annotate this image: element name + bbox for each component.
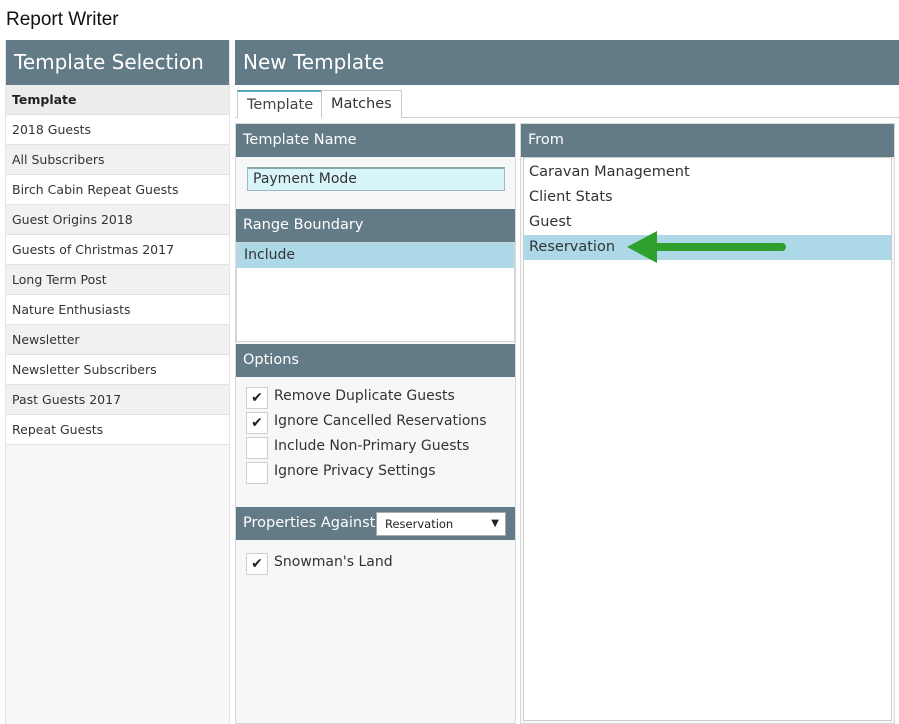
template-settings-column: Template Name Payment Mode Range Boundar… — [235, 123, 516, 724]
checkbox-ignore-privacy[interactable] — [246, 462, 268, 484]
template-list: Template 2018 Guests All Subscribers Bir… — [6, 85, 229, 445]
from-column: From Caravan Management Client Stats Gue… — [520, 123, 895, 724]
tab-bar: Template Matches — [235, 85, 899, 118]
template-item[interactable]: Guests of Christmas 2017 — [6, 235, 229, 265]
properties-section: Properties Against Reservation ▼ ✔ Snowm… — [236, 507, 515, 575]
template-name-input[interactable]: Payment Mode — [247, 167, 505, 191]
tab-matches[interactable]: Matches — [321, 90, 402, 118]
from-item-caravan-management[interactable]: Caravan Management — [524, 160, 891, 185]
option-label: Remove Duplicate Guests — [274, 388, 455, 404]
template-item[interactable]: Nature Enthusiasts — [6, 295, 229, 325]
properties-label: Properties Against — [243, 515, 376, 531]
new-template-panel: New Template Template Matches Template N… — [235, 40, 899, 724]
template-item[interactable]: Past Guests 2017 — [6, 385, 229, 415]
template-item[interactable]: Birch Cabin Repeat Guests — [6, 175, 229, 205]
property-label: Snowman's Land — [274, 554, 393, 570]
template-item[interactable]: All Subscribers — [6, 145, 229, 175]
options-header: Options — [236, 344, 515, 377]
new-template-title: New Template — [235, 40, 899, 85]
template-list-header: Template — [6, 85, 229, 115]
template-item[interactable]: Repeat Guests — [6, 415, 229, 445]
option-label: Ignore Privacy Settings — [274, 463, 436, 479]
range-boundary-header: Range Boundary — [236, 209, 515, 242]
template-item[interactable]: Guest Origins 2018 — [6, 205, 229, 235]
from-header: From — [521, 124, 894, 157]
template-item[interactable]: 2018 Guests — [6, 115, 229, 145]
checkbox-ignore-cancelled[interactable]: ✔ — [246, 412, 268, 434]
app-title: Report Writer — [6, 9, 119, 30]
template-item[interactable]: Long Term Post — [6, 265, 229, 295]
option-label: Ignore Cancelled Reservations — [274, 413, 487, 429]
property-snowmans-land: ✔ Snowman's Land — [236, 550, 515, 575]
range-boundary-list: Include — [236, 242, 515, 342]
template-item[interactable]: Newsletter Subscribers — [6, 355, 229, 385]
arrow-left-icon — [627, 231, 786, 263]
template-name-header: Template Name — [236, 124, 515, 157]
option-include-non-primary: Include Non-Primary Guests — [236, 434, 515, 459]
options-section: Options ✔ Remove Duplicate Guests ✔ Igno… — [236, 344, 515, 484]
template-item[interactable]: Newsletter — [6, 325, 229, 355]
checkbox-remove-duplicates[interactable]: ✔ — [246, 387, 268, 409]
properties-header: Properties Against Reservation ▼ — [236, 507, 515, 540]
option-ignore-privacy: Ignore Privacy Settings — [236, 459, 515, 484]
option-label: Include Non-Primary Guests — [274, 438, 470, 454]
properties-select-value: Reservation — [385, 517, 454, 531]
range-item-include[interactable]: Include — [237, 243, 514, 268]
option-remove-duplicates: ✔ Remove Duplicate Guests — [236, 384, 515, 409]
template-selection-panel: Template Selection Template 2018 Guests … — [5, 40, 230, 724]
range-boundary-section: Range Boundary Include — [236, 209, 515, 342]
checkbox-include-non-primary[interactable] — [246, 437, 268, 459]
template-selection-title: Template Selection — [6, 40, 229, 85]
checkbox-snowmans-land[interactable]: ✔ — [246, 553, 268, 575]
tab-template[interactable]: Template — [237, 90, 324, 118]
properties-against-select[interactable]: Reservation ▼ — [376, 512, 506, 536]
dropdown-arrow-icon: ▼ — [491, 518, 499, 529]
option-ignore-cancelled: ✔ Ignore Cancelled Reservations — [236, 409, 515, 434]
from-item-client-stats[interactable]: Client Stats — [524, 185, 891, 210]
